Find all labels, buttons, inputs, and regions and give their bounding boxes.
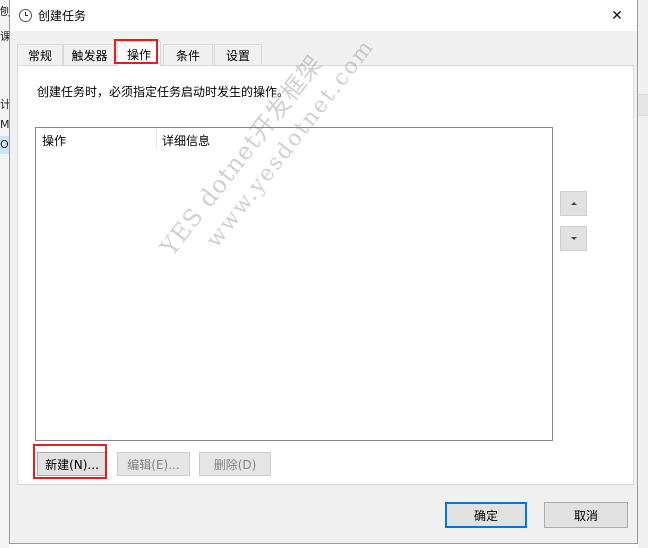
background-app-right-edge xyxy=(638,0,648,548)
tab-label: 操作 xyxy=(126,47,151,62)
tab-general[interactable]: 常规 xyxy=(17,44,63,66)
arrow-down-icon xyxy=(570,237,577,240)
create-task-dialog: 创建任务 ✕ 常规 触发器 操作 条件 设置 创建任务时，必须指定任务启动时发生… xyxy=(9,0,638,544)
column-header-action[interactable]: 操作 xyxy=(42,132,66,149)
delete-action-button[interactable]: 删除(D) xyxy=(199,452,271,476)
background-text-fragment: M xyxy=(0,118,9,131)
ok-button[interactable]: 确定 xyxy=(445,502,527,528)
tab-label: 条件 xyxy=(175,49,200,63)
column-separator[interactable] xyxy=(156,128,157,148)
column-header-details[interactable]: 详细信息 xyxy=(162,132,210,149)
move-up-button[interactable] xyxy=(560,191,587,216)
tab-label: 常规 xyxy=(27,49,52,63)
actions-description: 创建任务时，必须指定任务启动时发生的操作。 xyxy=(37,85,290,99)
background-text-fragment: 计 xyxy=(0,98,9,111)
actions-list[interactable]: 操作 详细信息 xyxy=(35,127,553,441)
close-icon: ✕ xyxy=(611,7,623,24)
window-title: 创建任务 xyxy=(38,9,87,23)
clock-icon xyxy=(19,9,32,22)
background-header-band xyxy=(638,94,648,116)
arrow-up-icon xyxy=(570,202,577,205)
tab-settings[interactable]: 设置 xyxy=(214,44,262,66)
new-action-button[interactable]: 新建(N)... xyxy=(37,452,107,476)
move-down-button[interactable] xyxy=(560,226,587,251)
list-header: 操作 详细信息 xyxy=(36,128,552,150)
background-text-fragment: 刨 xyxy=(0,5,9,18)
tab-label: 触发器 xyxy=(71,49,108,63)
close-button[interactable]: ✕ xyxy=(597,0,637,31)
background-app-sidebar: 刨 课 计 M Or xyxy=(0,0,9,548)
tab-actions[interactable]: 操作 xyxy=(117,41,161,67)
tab-triggers[interactable]: 触发器 xyxy=(63,44,116,66)
tab-label: 设置 xyxy=(225,49,250,63)
tab-conditions[interactable]: 条件 xyxy=(163,44,213,66)
title-bar[interactable]: 创建任务 ✕ xyxy=(10,0,637,31)
background-text-fragment: 课 xyxy=(0,30,9,43)
background-text-fragment: Or xyxy=(0,138,9,151)
edit-action-button[interactable]: 编辑(E)... xyxy=(117,452,190,476)
cancel-button[interactable]: 取消 xyxy=(544,502,628,528)
actions-tab-panel: 创建任务时，必须指定任务启动时发生的操作。 操作 详细信息 新建(N)... 编… xyxy=(17,65,634,485)
